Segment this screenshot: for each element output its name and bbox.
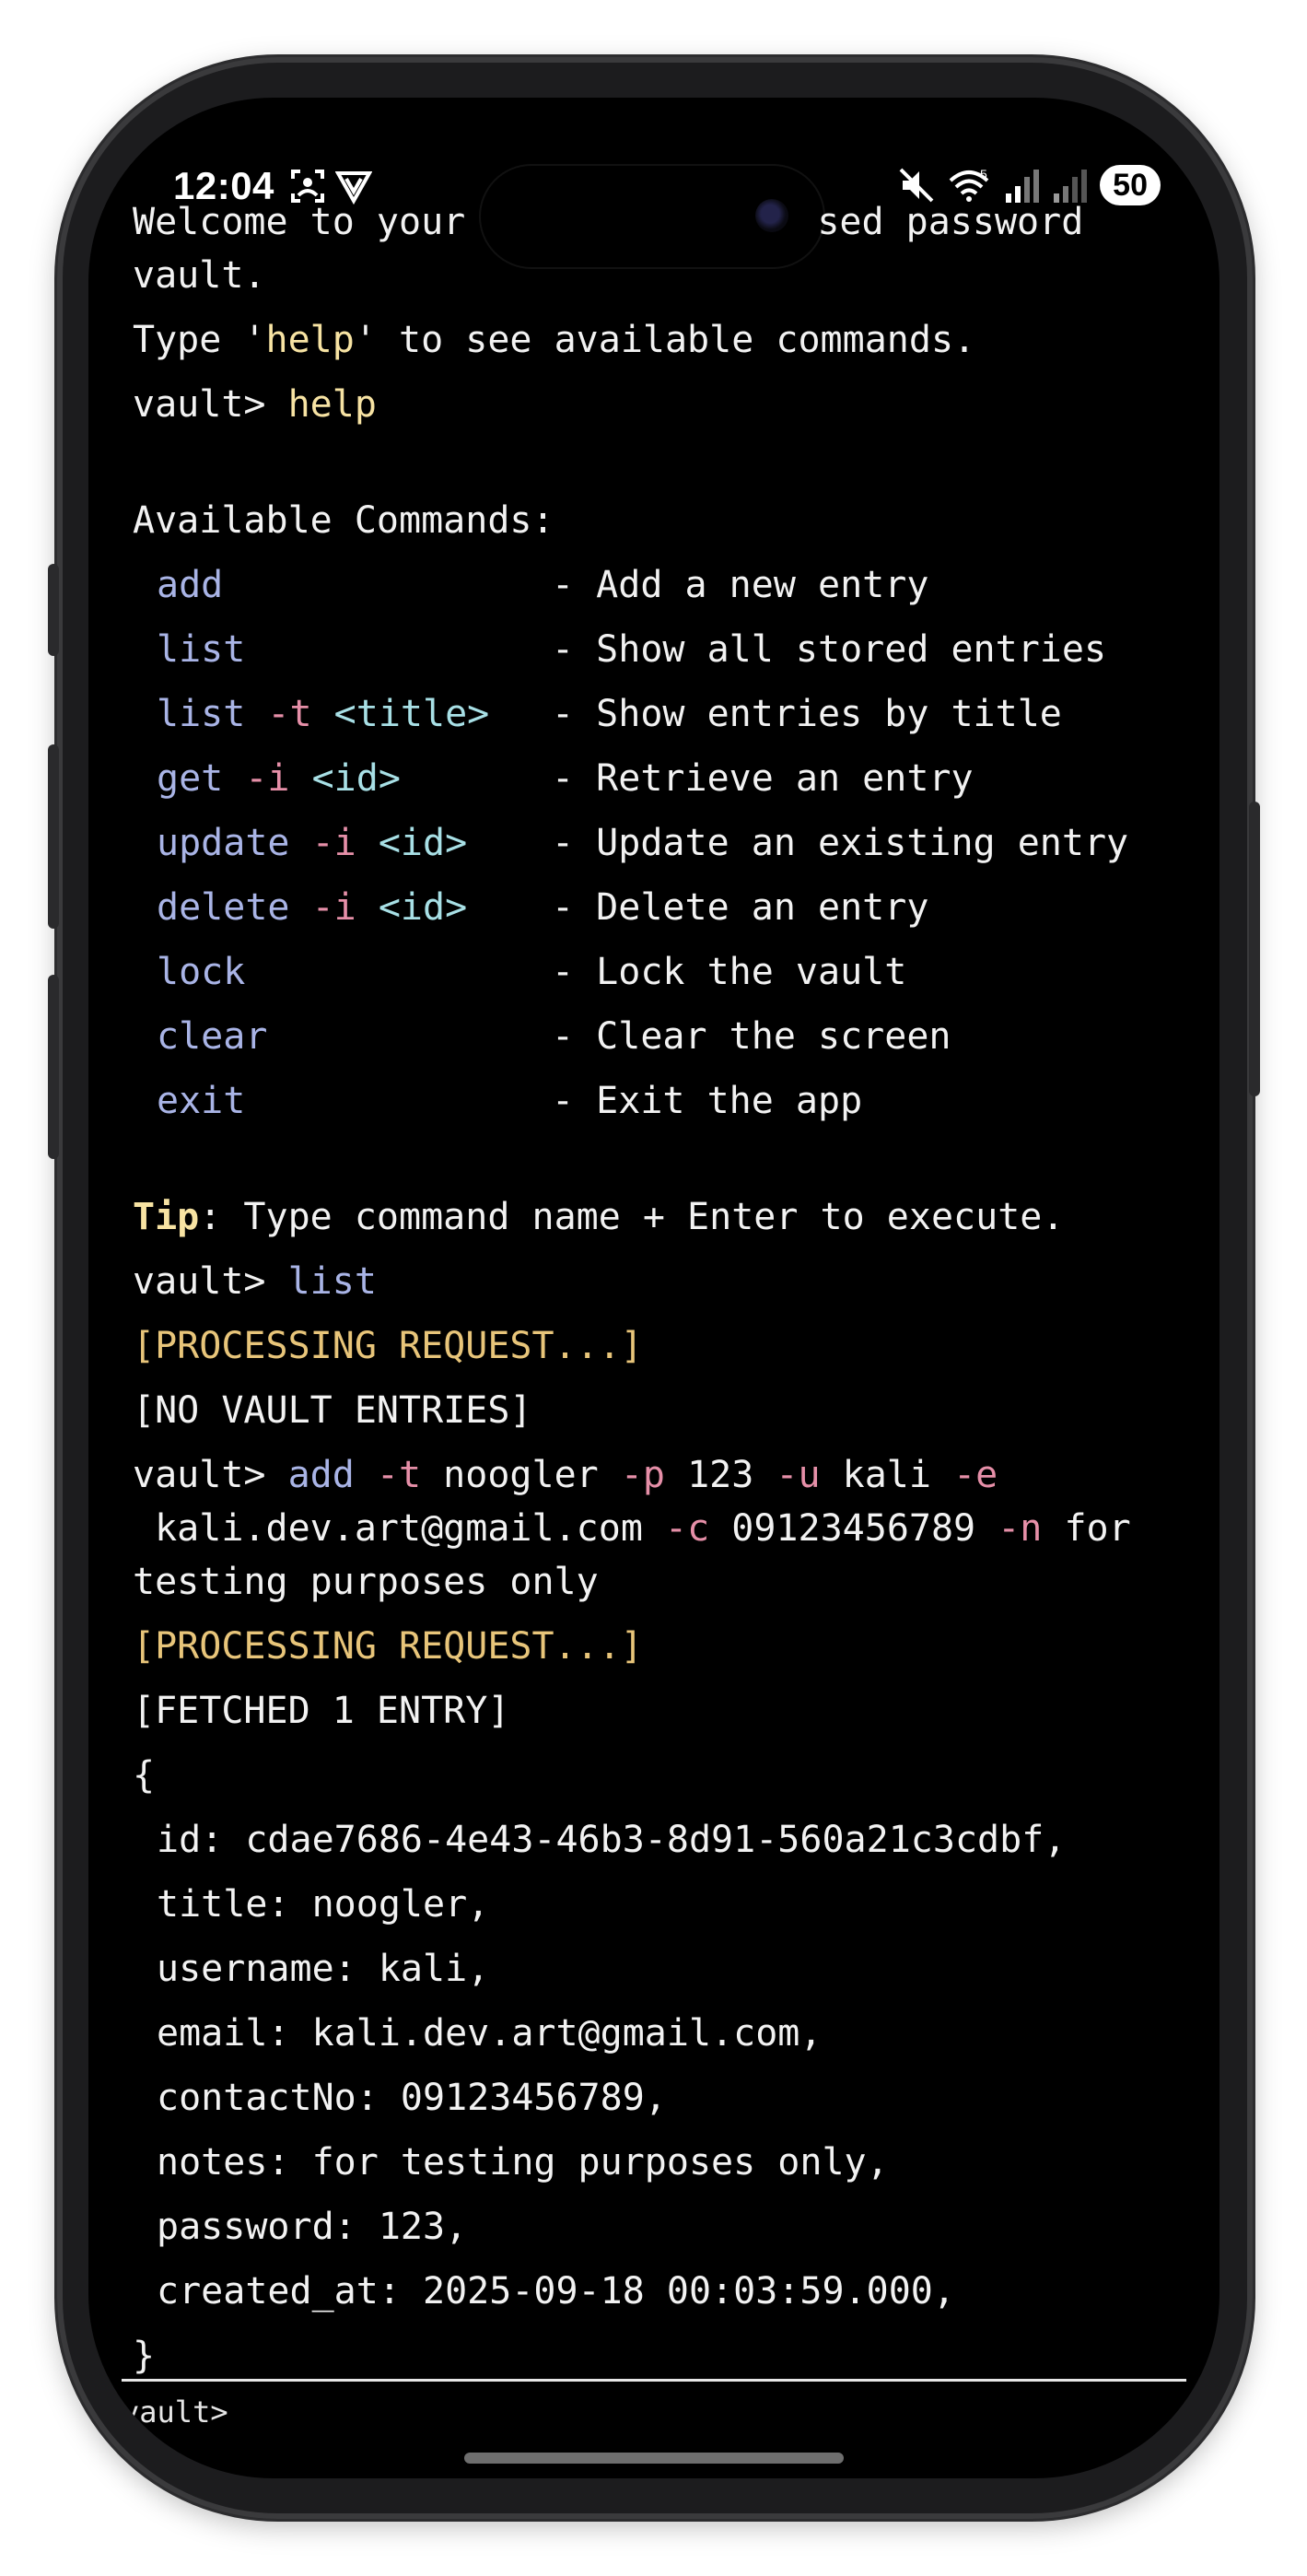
command-row: lock - Lock the vault: [157, 951, 907, 993]
entry-field: username: kali,: [157, 1948, 490, 1990]
command-row: exit - Exit the app: [157, 1080, 863, 1122]
command-row: get -i <id> - Retrieve an entry: [157, 757, 974, 800]
input-prompt: vault>: [122, 2395, 228, 2430]
phone-screen: 12:04 5 50 Welcome to your sed password …: [88, 98, 1219, 2478]
entry-field: notes: for testing purposes only,: [157, 2141, 889, 2184]
prompt-line-list: vault> list: [133, 1260, 377, 1303]
command-input[interactable]: vault>: [122, 2379, 1186, 2430]
power-button: [1249, 802, 1260, 1096]
prompt-line-help: vault> help: [133, 383, 377, 426]
entry-field: id: cdae7686-4e43-46b3-8d91-560a21c3cdbf…: [157, 1819, 1067, 1861]
entry-field: title: noogler,: [157, 1883, 490, 1926]
fetched-status: [FETCHED 1 ENTRY]: [133, 1690, 510, 1732]
command-row: delete -i <id> - Delete an entry: [157, 886, 929, 929]
no-entries-status: [NO VAULT ENTRIES]: [133, 1389, 532, 1432]
volume-down-button: [48, 975, 59, 1159]
commands-list: add - Add a new entry list - Show all stor…: [133, 553, 1183, 1133]
action-button: [48, 564, 59, 656]
entry-field: password: 123,: [157, 2206, 468, 2248]
terminal-output: Welcome to your sed password vault. Type…: [133, 190, 1183, 2388]
welcome-text: Welcome to your sed password vault.: [133, 201, 1084, 297]
prompt-line-add: vault> add -t noogler -p 123 -u kali -e …: [133, 1454, 1153, 1603]
command-row: list -t <title> - Show entries by title: [157, 693, 1062, 735]
svg-text:5: 5: [980, 167, 987, 181]
tip-line: Tip: Type command name + Enter to execut…: [133, 1196, 1065, 1238]
help-hint: Type 'help' to see available commands.: [133, 319, 976, 361]
processing-status: [PROCESSING REQUEST...]: [133, 1325, 643, 1367]
available-commands-heading: Available Commands:: [133, 499, 554, 542]
processing-status-2: [PROCESSING REQUEST...]: [133, 1625, 643, 1668]
volume-up-button: [48, 744, 59, 929]
command-row: add - Add a new entry: [157, 564, 929, 606]
command-row: clear - Clear the screen: [157, 1015, 951, 1058]
command-row: update -i <id> - Update an existing entry: [157, 822, 1129, 864]
entry-field: contactNo: 09123456789,: [157, 2077, 667, 2119]
command-row: list - Show all stored entries: [157, 628, 1107, 671]
home-indicator[interactable]: [464, 2453, 844, 2464]
entry-field: email: kali.dev.art@gmail.com,: [157, 2012, 823, 2055]
json-brace-open: {: [133, 1754, 156, 1797]
entry-field: created_at: 2025-09-18 00:03:59.000,: [157, 2270, 955, 2313]
